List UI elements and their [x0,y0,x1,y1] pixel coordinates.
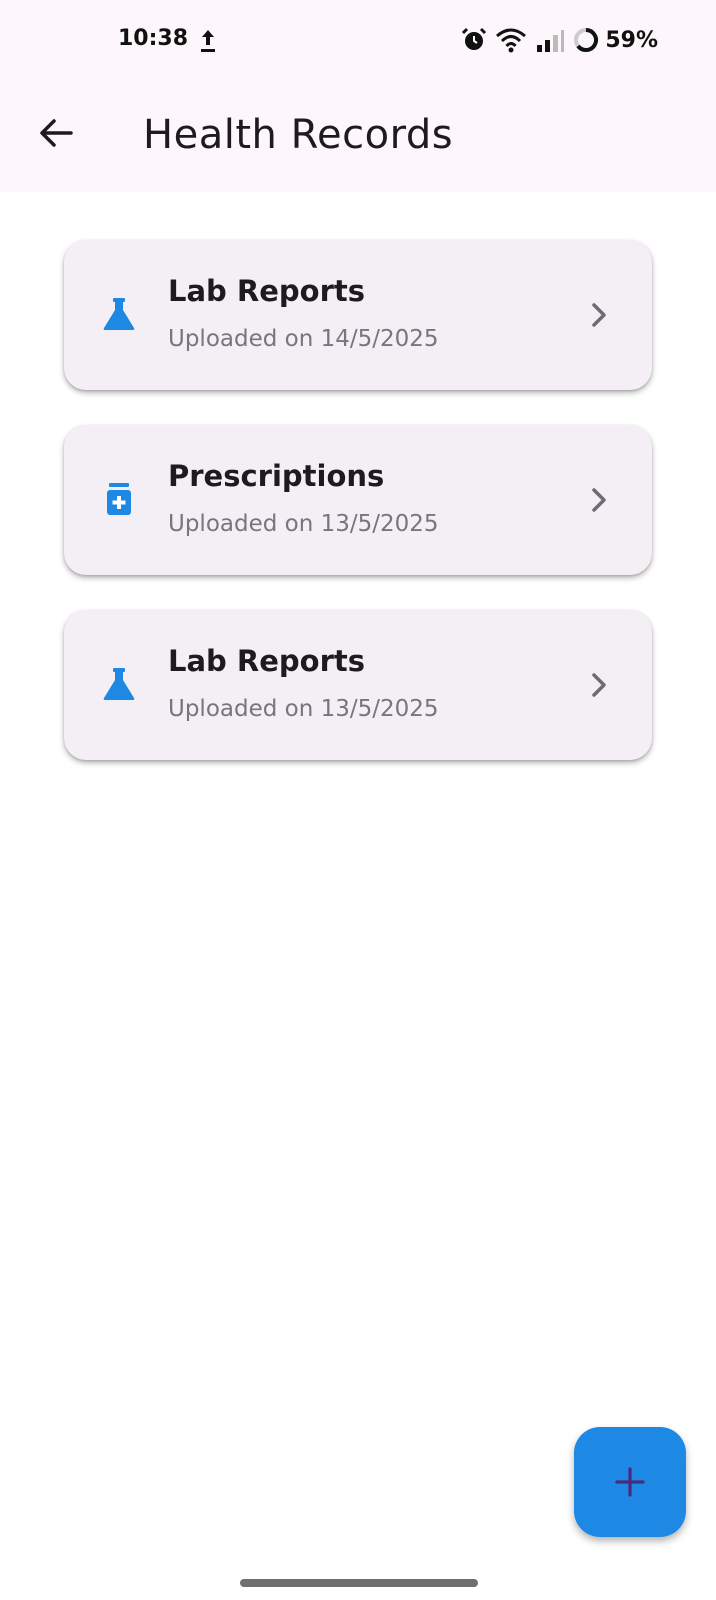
signal-icon [537,30,565,52]
record-card-lab-reports[interactable]: Lab Reports Uploaded on 13/5/2025 [64,610,652,760]
arrow-back-icon [40,119,73,147]
add-record-button[interactable] [574,1427,686,1537]
flask-icon [103,668,135,700]
back-button[interactable] [30,107,82,159]
navigation-handle[interactable] [240,1579,478,1587]
status-time: 10:38 [118,26,189,51]
plus-icon [615,1467,645,1497]
status-icons: 59% [461,24,658,56]
flask-icon [103,298,135,330]
chevron-right-icon [592,303,606,327]
page-title: Health Records [143,112,454,158]
battery-icon [574,28,599,52]
record-title: Lab Reports [168,644,366,678]
alarm-icon [462,27,487,50]
upload-icon [201,30,215,52]
app-bar: Health Records [0,82,716,192]
wifi-icon [496,28,527,53]
record-card-prescriptions[interactable]: Prescriptions Uploaded on 13/5/2025 [64,425,652,575]
medicine-bottle-icon [107,483,131,515]
record-subtitle: Uploaded on 14/5/2025 [168,326,439,352]
battery-percentage: 59% [605,27,658,53]
records-list: Lab Reports Uploaded on 14/5/2025 Prescr… [64,240,652,795]
record-subtitle: Uploaded on 13/5/2025 [168,511,439,537]
record-title: Prescriptions [168,459,385,493]
record-card-lab-reports[interactable]: Lab Reports Uploaded on 14/5/2025 [64,240,652,390]
record-subtitle: Uploaded on 13/5/2025 [168,696,439,722]
chevron-right-icon [592,673,606,697]
chevron-right-icon [592,488,606,512]
status-bar: 10:38 59% [0,0,716,82]
record-title: Lab Reports [168,274,366,308]
